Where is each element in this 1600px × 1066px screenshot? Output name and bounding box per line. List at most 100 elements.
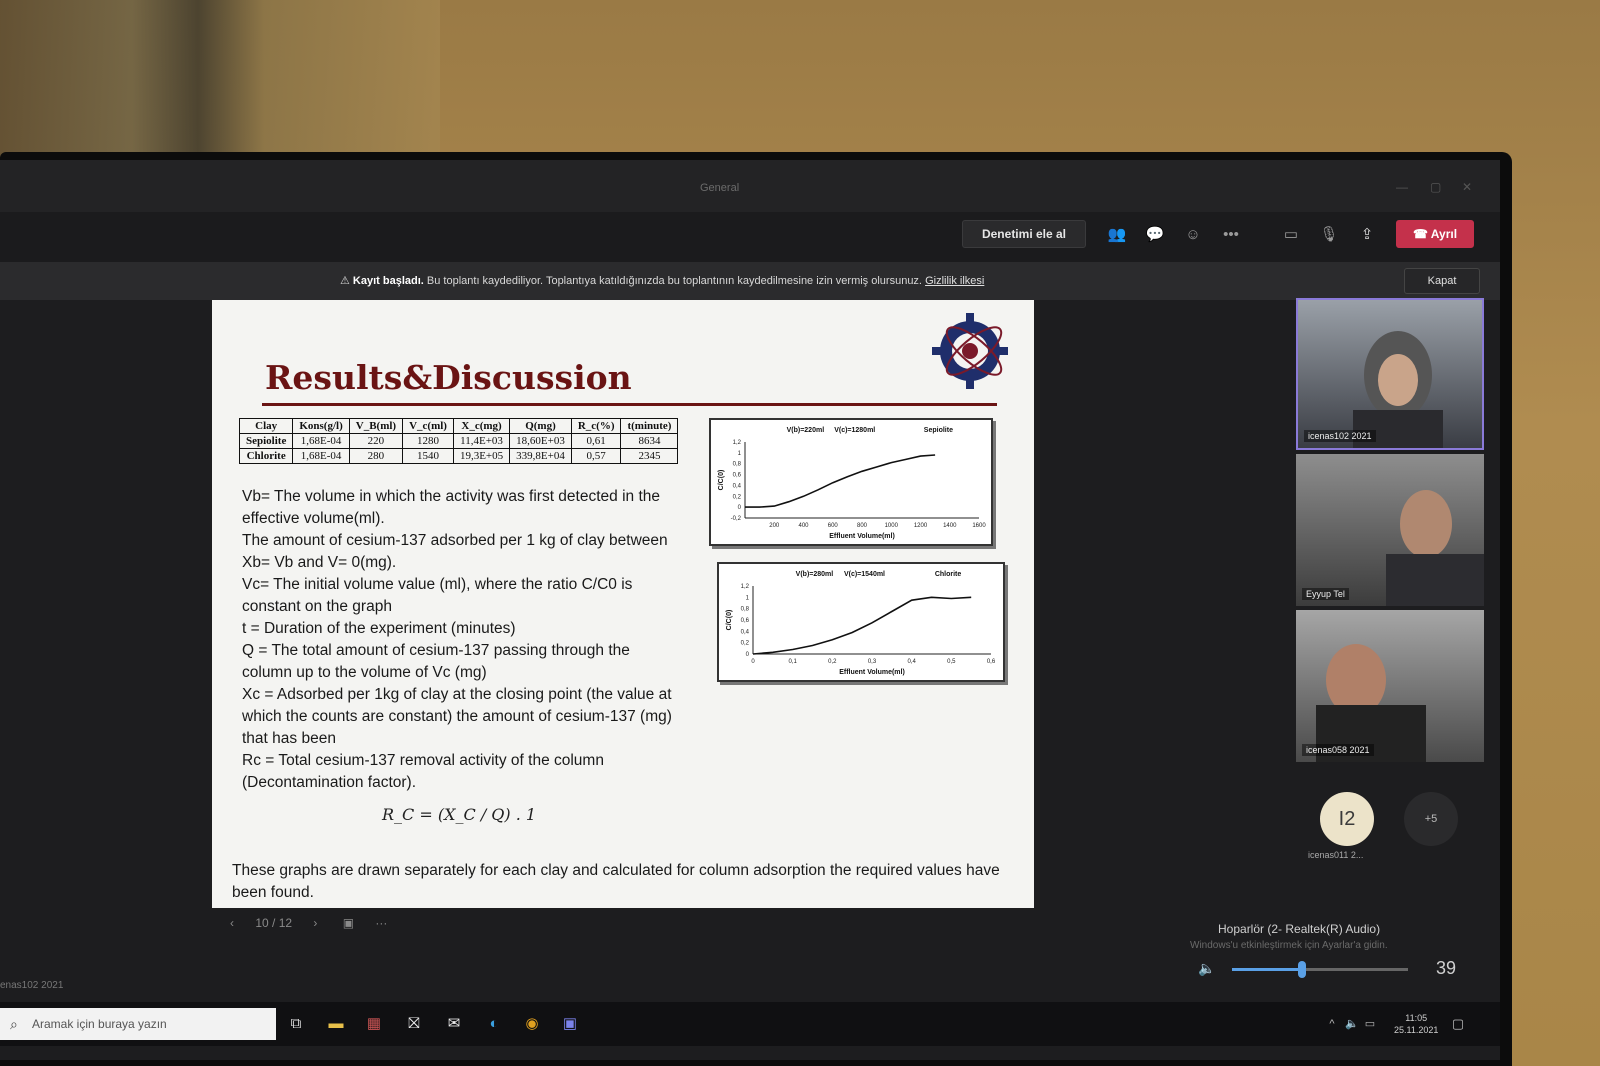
slide-title: Results&Discussion [265, 358, 632, 397]
mic-off-icon[interactable]: 🎙 [1318, 224, 1340, 246]
definition-item: The amount of cesium-137 adsorbed per 1 … [242, 532, 668, 571]
table-cell: 1540 [402, 448, 454, 464]
chrome-icon[interactable]: ◉ [520, 1012, 544, 1036]
prev-slide-icon[interactable]: ‹ [230, 916, 234, 930]
meeting-toolbar: Denetimi ele al 👥 💬 ☺ ••• ▭ 🎙 ⇪ ☎ Ayrıl [0, 212, 1500, 262]
camera-off-icon[interactable]: ▭ [1280, 224, 1302, 246]
task-view-icon[interactable]: ⧉ [284, 1012, 308, 1036]
x-tick-label: 0,6 [987, 659, 996, 665]
more-participants-button[interactable]: +5 [1404, 792, 1458, 846]
recording-banner: ⚠ Kayıt başladı. Bu toplantı kaydediliyo… [0, 262, 1500, 300]
table-cell: 8634 [620, 433, 679, 449]
close-icon[interactable]: ✕ [1462, 180, 1472, 194]
volume-slider-fill [1232, 968, 1303, 971]
leave-button[interactable]: ☎ Ayrıl [1396, 220, 1474, 248]
y-tick-label: 1 [746, 595, 750, 601]
y-tick-label: 0,2 [733, 494, 742, 500]
privacy-link[interactable]: Gizlilik ilkesi [925, 275, 984, 287]
y-axis-label: C/C(0) [726, 610, 733, 631]
store-icon[interactable]: ⛝ [402, 1012, 426, 1036]
definition-item: Rc = Total cesium-137 removal activity o… [242, 752, 604, 791]
clock-date: 25.11.2021 [1394, 1025, 1439, 1035]
annotation-label: V(b)=220ml [787, 427, 825, 434]
table-cell: 280 [348, 448, 404, 464]
table-cell: 339,8E+04 [509, 448, 572, 464]
x-axis-label: Effluent Volume(ml) [839, 669, 905, 676]
title-bar: General — ▢ ✕ [0, 160, 1500, 212]
y-tick-label: 0,6 [733, 473, 742, 479]
participants-icon[interactable]: 👥 [1106, 224, 1128, 246]
reactions-icon[interactable]: ☺ [1182, 224, 1204, 246]
share-icon[interactable]: ⇪ [1356, 224, 1378, 246]
x-tick-label: 200 [769, 523, 780, 529]
x-tick-label: 1000 [885, 523, 899, 529]
more-options-icon[interactable]: ••• [1220, 224, 1242, 246]
search-icon: ⌕ [10, 1016, 18, 1032]
close-banner-button[interactable]: Kapat [1404, 268, 1480, 294]
annotation-label: V(c)=1280ml [834, 427, 875, 434]
window-title: General [700, 182, 740, 194]
table-cell: 19,3E+05 [452, 448, 511, 464]
definition-item: t = Duration of the experiment (minutes) [242, 620, 516, 637]
chat-icon[interactable]: 💬 [1144, 224, 1166, 246]
banner-message: Bu toplantı kaydediliyor. Toplantıya kat… [426, 275, 922, 287]
y-tick-label: 1 [738, 451, 742, 457]
leave-label: Ayrıl [1430, 227, 1458, 241]
clock-time: 11:05 [1405, 1013, 1428, 1023]
taskbar-clock[interactable]: 11:05 25.11.2021 [1394, 1012, 1438, 1036]
institution-logo-icon [932, 313, 1008, 389]
participant-tile[interactable]: Eyyup Tel [1296, 454, 1484, 606]
chart-title: Sepiolite [924, 427, 953, 434]
minimize-icon[interactable]: — [1396, 180, 1408, 194]
x-tick-label: 0,5 [947, 659, 956, 665]
slide-more-icon[interactable]: ··· [375, 916, 387, 930]
y-tick-label: 0,8 [733, 462, 742, 468]
next-slide-icon[interactable]: › [313, 916, 317, 930]
x-tick-label: 600 [828, 523, 839, 529]
table-cell: Sepiolite [238, 433, 294, 449]
table-cell: 220 [348, 433, 404, 449]
table-row: Chlorite 1,68E-04 280 1540 19,3E+05 339,… [238, 448, 679, 464]
x-tick-label: 0,1 [788, 659, 797, 665]
formula: R_C = (X_C / Q) . 1 [382, 805, 537, 824]
slide-grid-icon[interactable]: ▣ [343, 916, 354, 930]
take-control-button[interactable]: Denetimi ele al [962, 220, 1086, 248]
file-explorer-icon[interactable]: ▬ [324, 1012, 348, 1036]
table-cell: 18,60E+03 [509, 433, 572, 449]
y-tick-label: -0,2 [731, 516, 742, 522]
x-tick-label: 0,2 [828, 659, 837, 665]
taskbar-search-input[interactable]: ⌕ Aramak için buraya yazın [0, 1008, 276, 1040]
banner-title: Kayıt başladı. [352, 275, 424, 287]
table-header: Q(mg) [509, 418, 572, 434]
app-icon[interactable]: ▦ [362, 1012, 386, 1036]
series-line [752, 596, 972, 655]
y-tick-label: 0,8 [741, 607, 750, 613]
speaker-icon[interactable]: 🔈 [1198, 960, 1215, 977]
table-header: Kons(g/l) [292, 418, 350, 434]
teams-icon[interactable]: ▣ [558, 1012, 582, 1036]
avatar[interactable]: I2 [1320, 792, 1374, 846]
participant-video-icon [1386, 490, 1484, 606]
shared-slide: Results&Discussion Clay Kons(g/l) V_B(ml… [212, 300, 1034, 908]
volume-slider-track[interactable] [1232, 961, 1408, 978]
slide-counter: 10 / 12 [255, 916, 293, 930]
mail-icon[interactable]: ✉ [442, 1012, 466, 1036]
notification-icon[interactable]: ▢ [1446, 1012, 1470, 1036]
y-axis-label: C/C(0) [718, 470, 725, 491]
participant-name: Eyyup Tel [1302, 588, 1349, 600]
y-tick-label: 0 [738, 505, 742, 511]
series-line [745, 454, 936, 508]
maximize-icon[interactable]: ▢ [1430, 180, 1441, 194]
tray-network-icon[interactable]: ▭ [1358, 1012, 1382, 1036]
x-tick-label: 1400 [943, 523, 957, 529]
table-cell: 0,57 [570, 448, 622, 464]
presenter-label: enas102 2021 [0, 980, 64, 991]
y-tick-label: 1,2 [733, 440, 742, 446]
y-tick-label: 0,4 [733, 483, 742, 489]
edge-icon[interactable]: ◐ [482, 1012, 506, 1036]
participant-tile[interactable]: icenas102 2021 [1296, 298, 1484, 450]
participant-video-icon [1316, 644, 1426, 762]
participant-tile[interactable]: icenas058 2021 [1296, 610, 1484, 762]
volume-slider-thumb[interactable] [1298, 961, 1306, 978]
x-tick-label: 0,4 [907, 659, 916, 665]
